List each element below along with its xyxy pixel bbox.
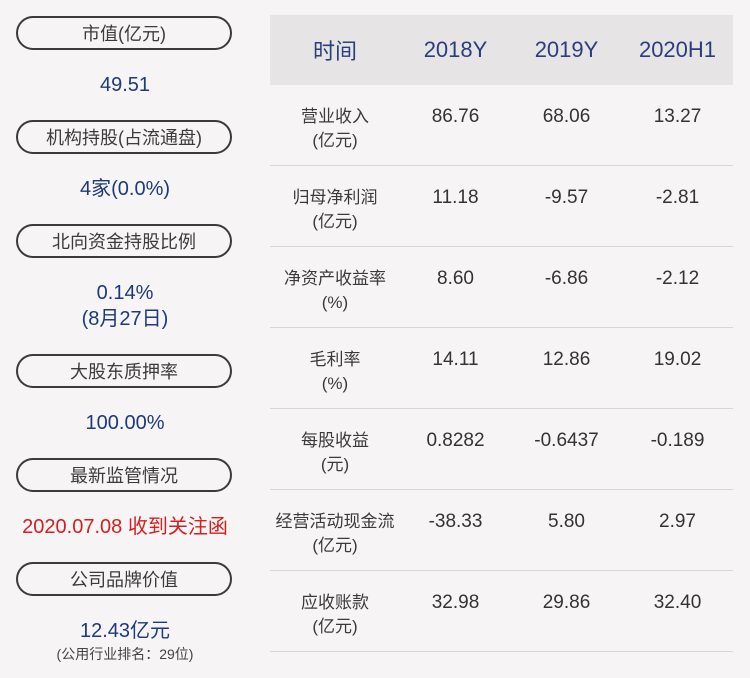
cell-2020h1: 2.97 [659,511,696,532]
brand-value-label-text: 公司品牌价值 [70,570,178,590]
northbound-ratio-label: 北向资金持股比例 [16,224,232,258]
row-label: 营业收入 (亿元) [270,105,400,153]
brand-value-label: 公司品牌价值 [16,562,232,596]
header-2018y: 2018Y [423,37,488,62]
cell-2020h1: 19.02 [653,349,702,370]
table-header: 时间 2018Y 2019Y 2020H1 [270,15,733,85]
cell-2020h1: -2.12 [655,268,700,289]
table-row: 应收账款 (亿元) 32.98 29.86 32.40 [270,571,733,652]
row-label-name: 净资产收益率 [284,269,386,288]
cell-2018y: 32.98 [431,592,480,613]
cell-2018y: 86.76 [431,106,480,127]
row-label-name: 应收账款 [301,593,369,612]
cell-2019y: 29.86 [542,592,591,613]
cell-2019y: 68.06 [542,106,591,127]
row-label-name: 每股收益 [301,431,369,450]
row-label: 归母净利润 (亿元) [270,186,400,234]
row-label: 应收账款 (亿元) [270,591,400,639]
row-label-unit: (元) [320,455,350,474]
row-label-unit: (亿元) [312,212,358,231]
brand-value-value: 12.43亿元 (公用行业排名：29位) [0,618,250,664]
northbound-ratio-value-text: 0.14% [96,282,154,304]
left-panel: 市值(亿元) 49.51 机构持股(占流通盘) 4家(0.0%) 北向资金持股比… [0,0,250,678]
cell-2018y: 8.60 [437,268,474,289]
financial-table: 时间 2018Y 2019Y 2020H1 营业收入 (亿元) 86.76 68.… [270,15,733,652]
header-2020h1: 2020H1 [638,37,717,62]
header-time: 时间 [312,39,357,64]
table-row: 毛利率 (%) 14.11 12.86 19.02 [270,328,733,409]
cell-2019y: -0.6437 [534,430,599,451]
row-label-unit: (亿元) [312,536,358,555]
row-label-unit: (亿元) [312,617,358,636]
row-label-unit: (%) [321,374,349,393]
cell-2019y: -9.57 [544,187,589,208]
header-2019y: 2019Y [534,37,599,62]
cell-2019y: 12.86 [542,349,591,370]
row-label: 毛利率 (%) [270,348,400,396]
cell-2018y: 0.8282 [426,430,485,451]
row-label-name: 毛利率 [309,350,361,369]
regulatory-status-label-text: 最新监管情况 [70,466,178,486]
row-label-name: 经营活动现金流 [275,512,395,531]
pledge-ratio-label-text: 大股东质押率 [70,362,178,382]
row-label: 净资产收益率 (%) [270,267,400,315]
cell-2019y: 5.80 [548,511,585,532]
market-cap-value: 49.51 [99,74,151,96]
market-cap-label-text: 市值(亿元) [82,24,166,44]
northbound-ratio-value: 0.14% (8月27日) [0,280,250,332]
brand-value-text: 12.43亿元 [79,620,171,642]
regulatory-status-value: 2020.07.08 收到关注函 [22,516,228,538]
cell-2020h1: -0.189 [650,430,705,451]
cell-2020h1: 32.40 [653,592,702,613]
cell-2018y: 14.11 [432,349,479,370]
row-label-name: 营业收入 [301,107,369,126]
cell-2020h1: -2.81 [655,187,700,208]
northbound-ratio-date: (8月27日) [81,308,169,330]
market-cap-label: 市值(亿元) [16,16,232,50]
row-label-unit: (亿元) [312,131,358,150]
institutional-holding-label-text: 机构持股(占流通盘) [46,128,202,148]
cell-2018y: 11.18 [432,187,479,208]
row-label: 每股收益 (元) [270,429,400,477]
regulatory-status-label: 最新监管情况 [16,458,232,492]
pledge-ratio-value: 100.00% [85,412,165,434]
row-label-unit: (%) [321,293,349,312]
table-row: 净资产收益率 (%) 8.60 -6.86 -2.12 [270,247,733,328]
northbound-ratio-label-text: 北向资金持股比例 [52,232,196,252]
pledge-ratio-label: 大股东质押率 [16,354,232,388]
table-row: 营业收入 (亿元) 86.76 68.06 13.27 [270,85,733,166]
cell-2019y: -6.86 [544,268,589,289]
institutional-holding-label: 机构持股(占流通盘) [16,120,232,154]
cell-2018y: -38.33 [428,511,483,532]
table-row: 归母净利润 (亿元) 11.18 -9.57 -2.81 [270,166,733,247]
cell-2020h1: 13.27 [653,106,702,127]
table-row: 经营活动现金流 (亿元) -38.33 5.80 2.97 [270,490,733,571]
institutional-holding-value: 4家(0.0%) [79,178,171,200]
row-label-name: 归母净利润 [292,188,378,207]
table-row: 每股收益 (元) 0.8282 -0.6437 -0.189 [270,409,733,490]
brand-rank-note: (公用行业排名：29位) [56,646,194,662]
row-label: 经营活动现金流 (亿元) [270,510,400,558]
